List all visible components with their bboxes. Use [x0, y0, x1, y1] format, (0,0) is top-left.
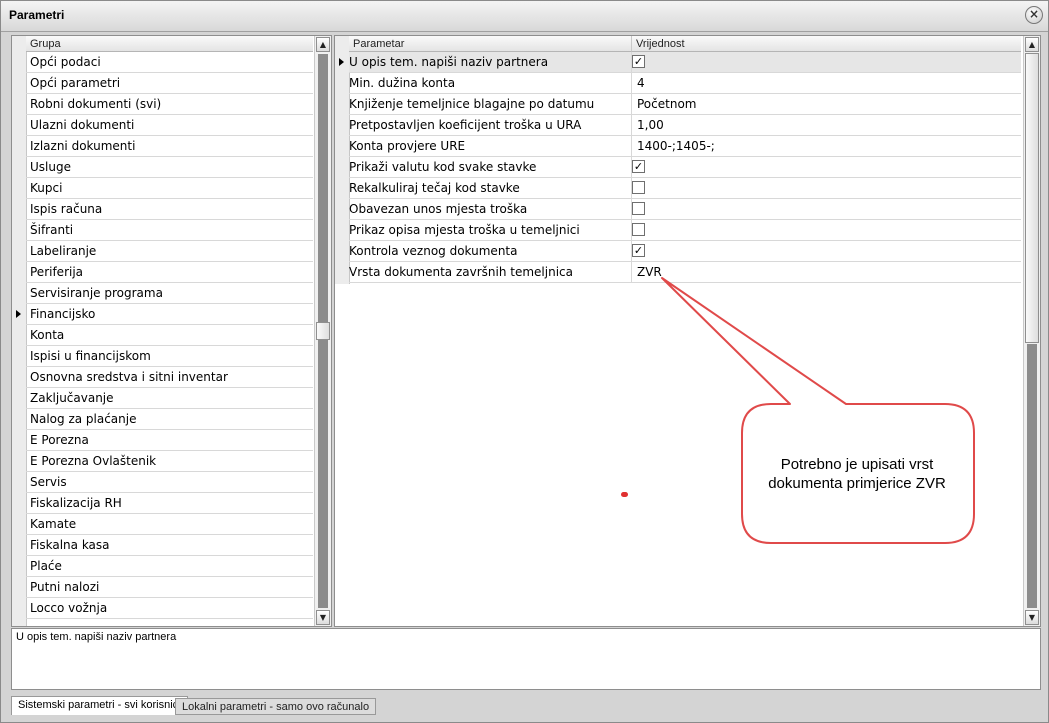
callout-bubble: [661, 277, 975, 544]
callout-shape: [661, 277, 975, 544]
callout-text: Potrebno je upisati vrst dokumenta primj…: [744, 455, 970, 493]
red-dot-mark: [621, 492, 628, 497]
callout-line-2: dokumenta primjerice ZVR: [768, 475, 946, 492]
callout-line-1: Potrebno je upisati vrst: [780, 456, 934, 473]
